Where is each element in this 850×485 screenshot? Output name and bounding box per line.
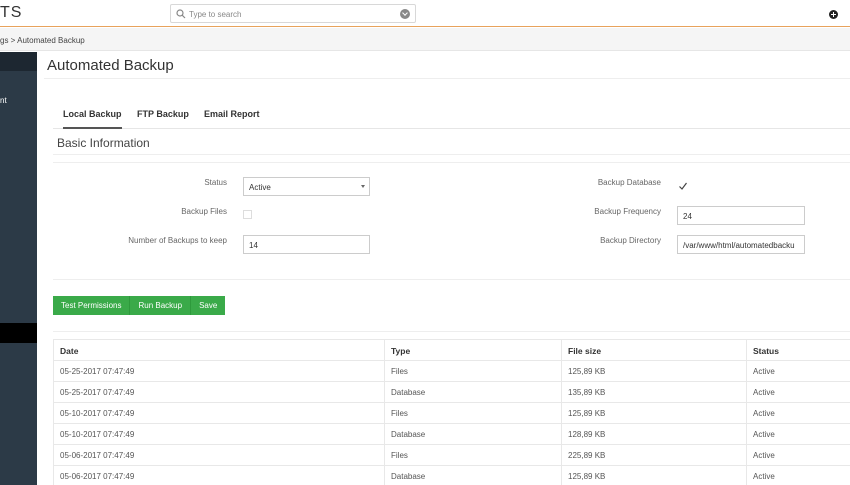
cell-status: Active <box>746 382 850 402</box>
column-header-status[interactable]: Status <box>746 340 850 360</box>
cell-file-size: 225,89 KB <box>561 445 746 465</box>
cell-file-size: 125,89 KB <box>561 466 746 485</box>
basic-information-form: Status Active Backup Files Number of Bac… <box>53 162 850 280</box>
cell-status: Active <box>746 424 850 444</box>
backup-directory-label: Backup Directory <box>600 236 661 245</box>
status-select-value: Active <box>249 183 271 192</box>
backup-files-label: Backup Files <box>181 207 227 216</box>
cell-status: Active <box>746 445 850 465</box>
num-backups-input[interactable]: 14 <box>243 235 370 254</box>
backup-database-checkbox[interactable] <box>678 181 688 191</box>
cell-date: 05-25-2017 07:47:49 <box>53 382 384 402</box>
table-row[interactable]: 05-06-2017 07:47:49 Files 225,89 KB Acti… <box>53 445 850 466</box>
table-header: Date Type File size Status <box>53 339 850 361</box>
sidebar: nt <box>0 52 37 485</box>
chevron-down-icon <box>361 185 365 188</box>
backup-directory-value: /var/www/html/automatedbacku <box>683 241 795 250</box>
search-box[interactable]: Type to search <box>170 4 416 23</box>
table-row[interactable]: 05-06-2017 07:47:49 Database 125,89 KB A… <box>53 466 850 485</box>
backup-frequency-value: 24 <box>683 212 692 221</box>
search-input[interactable]: Type to search <box>189 10 241 19</box>
search-icon <box>176 9 186 19</box>
action-buttons: Test Permissions Run Backup Save <box>53 296 226 315</box>
brand-logo[interactable]: TS <box>0 4 22 22</box>
save-button[interactable]: Save <box>191 296 226 315</box>
status-label: Status <box>204 178 227 187</box>
status-select[interactable]: Active <box>243 177 370 196</box>
cell-file-size: 128,89 KB <box>561 424 746 444</box>
backup-database-label: Backup Database <box>597 178 661 187</box>
breadcrumb[interactable]: gs > Automated Backup <box>0 36 85 45</box>
plus-icon[interactable] <box>829 10 838 19</box>
cell-date: 05-10-2017 07:47:49 <box>53 403 384 423</box>
cell-type: Database <box>384 424 561 444</box>
cell-status: Active <box>746 403 850 423</box>
page-title: Automated Backup <box>47 57 174 74</box>
backup-frequency-label: Backup Frequency <box>594 207 661 216</box>
cell-date: 05-10-2017 07:47:49 <box>53 424 384 444</box>
backup-files-checkbox[interactable] <box>243 210 252 219</box>
cell-date: 05-06-2017 07:47:49 <box>53 445 384 465</box>
cell-file-size: 125,89 KB <box>561 403 746 423</box>
test-permissions-button[interactable]: Test Permissions <box>53 296 131 315</box>
tab-bar: Local Backup FTP Backup Email Report <box>53 103 850 129</box>
sidebar-item-label[interactable]: nt <box>0 96 7 105</box>
cell-status: Active <box>746 361 850 381</box>
chevron-down-icon[interactable] <box>400 9 410 19</box>
cell-date: 05-25-2017 07:47:49 <box>53 361 384 381</box>
table-row[interactable]: 05-25-2017 07:47:49 Files 125,89 KB Acti… <box>53 361 850 382</box>
run-backup-button[interactable]: Run Backup <box>130 296 192 315</box>
top-bar: TS Type to search <box>0 0 850 27</box>
table-row[interactable]: 05-10-2017 07:47:49 Database 128,89 KB A… <box>53 424 850 445</box>
breadcrumb-bar: gs > Automated Backup <box>0 28 850 51</box>
cell-file-size: 125,89 KB <box>561 361 746 381</box>
column-header-type[interactable]: Type <box>384 340 561 360</box>
tab-ftp-backup[interactable]: FTP Backup <box>137 109 189 129</box>
divider <box>53 154 850 155</box>
tab-local-backup[interactable]: Local Backup <box>63 109 122 129</box>
tab-email-report[interactable]: Email Report <box>204 109 260 129</box>
divider <box>53 331 850 332</box>
backup-directory-input[interactable]: /var/www/html/automatedbacku <box>677 235 805 254</box>
cell-file-size: 135,89 KB <box>561 382 746 402</box>
cell-type: Files <box>384 445 561 465</box>
section-title: Basic Information <box>57 136 150 150</box>
num-backups-value: 14 <box>249 241 258 250</box>
table-row[interactable]: 05-25-2017 07:47:49 Database 135,89 KB A… <box>53 382 850 403</box>
backup-table: Date Type File size Status 05-25-2017 07… <box>53 339 850 485</box>
backup-frequency-input[interactable]: 24 <box>677 206 805 225</box>
cell-type: Database <box>384 382 561 402</box>
cell-date: 05-06-2017 07:47:49 <box>53 466 384 485</box>
sidebar-header <box>0 52 37 71</box>
num-backups-label: Number of Backups to keep <box>128 236 227 245</box>
cell-status: Active <box>746 466 850 485</box>
table-row[interactable]: 05-10-2017 07:47:49 Files 125,89 KB Acti… <box>53 403 850 424</box>
sidebar-item-active[interactable] <box>0 323 37 343</box>
divider <box>44 78 850 79</box>
cell-type: Files <box>384 403 561 423</box>
cell-type: Database <box>384 466 561 485</box>
cell-type: Files <box>384 361 561 381</box>
column-header-file-size[interactable]: File size <box>561 340 746 360</box>
column-header-date[interactable]: Date <box>53 340 384 360</box>
